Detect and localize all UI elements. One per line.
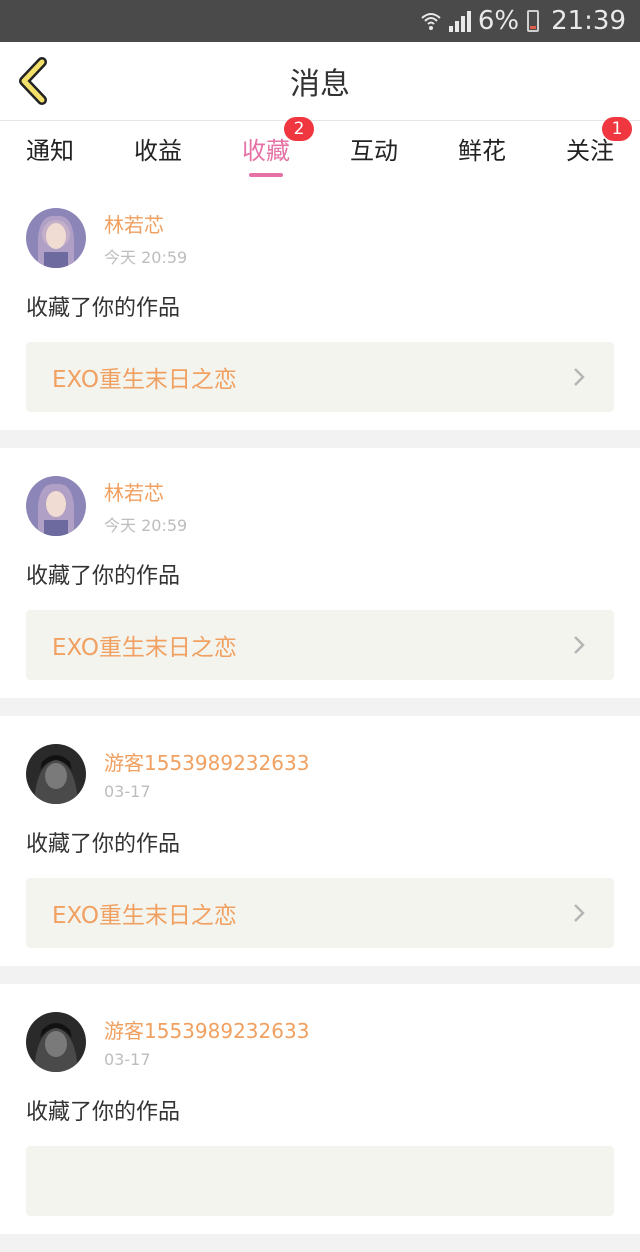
timestamp: 03-17 bbox=[104, 1050, 151, 1069]
avatar[interactable] bbox=[26, 476, 86, 536]
work-link[interactable]: EXO重生末日之恋 bbox=[26, 610, 614, 680]
work-link[interactable] bbox=[26, 1146, 614, 1216]
timestamp: 今天 20:59 bbox=[104, 515, 188, 535]
wifi-icon bbox=[421, 13, 441, 30]
tab-flowers[interactable]: 鲜花 bbox=[456, 131, 508, 181]
tab-interactions[interactable]: 互动 bbox=[348, 131, 400, 181]
work-title: EXO重生末日之恋 bbox=[52, 367, 237, 393]
chevron-right-icon bbox=[574, 904, 585, 922]
tab-earnings[interactable]: 收益 bbox=[132, 131, 184, 181]
timestamp: 03-17 bbox=[104, 782, 151, 801]
status-bar: 6% 21:39 bbox=[0, 0, 640, 42]
avatar[interactable] bbox=[26, 744, 86, 804]
message-card: 游客1553989232633 03-17 收藏了你的作品 bbox=[0, 984, 640, 1234]
action-text: 收藏了你的作品 bbox=[26, 832, 181, 857]
tab-label: 收藏 bbox=[242, 137, 290, 165]
unread-badge: 1 bbox=[602, 117, 632, 141]
tab-favorites[interactable]: 收藏 2 bbox=[240, 117, 314, 181]
username[interactable]: 林若芯 bbox=[104, 209, 187, 238]
chevron-right-icon bbox=[574, 368, 585, 386]
avatar[interactable] bbox=[26, 1012, 86, 1072]
message-list: 林若芯 今天 20:59 收藏了你的作品 EXO重生末日之恋 林若芯 今天 20… bbox=[0, 180, 640, 1252]
tab-notifications[interactable]: 通知 bbox=[24, 131, 76, 181]
username[interactable]: 游客1553989232633 bbox=[104, 1015, 309, 1044]
battery-percent: 6% bbox=[477, 6, 520, 36]
message-card: 林若芯 今天 20:59 收藏了你的作品 EXO重生末日之恋 bbox=[0, 448, 640, 698]
unread-badge: 2 bbox=[284, 117, 314, 141]
work-title: EXO重生末日之恋 bbox=[52, 635, 237, 661]
work-title: EXO重生末日之恋 bbox=[52, 903, 237, 929]
back-chevron-icon[interactable] bbox=[14, 56, 54, 106]
action-text: 收藏了你的作品 bbox=[26, 1100, 181, 1125]
active-tab-indicator bbox=[249, 173, 283, 177]
username[interactable]: 游客1553989232633 bbox=[104, 747, 309, 776]
battery-icon bbox=[527, 10, 540, 32]
tab-label: 收益 bbox=[134, 137, 182, 165]
message-card: 林若芯 今天 20:59 收藏了你的作品 EXO重生末日之恋 bbox=[0, 180, 640, 430]
tab-label: 互动 bbox=[350, 137, 398, 165]
work-link[interactable]: EXO重生末日之恋 bbox=[26, 878, 614, 948]
status-time: 21:39 bbox=[551, 6, 626, 36]
page-title: 消息 bbox=[290, 67, 350, 102]
avatar[interactable] bbox=[26, 208, 86, 268]
username[interactable]: 林若芯 bbox=[104, 477, 187, 506]
work-link[interactable]: EXO重生末日之恋 bbox=[26, 342, 614, 412]
chevron-right-icon bbox=[574, 636, 585, 654]
action-text: 收藏了你的作品 bbox=[26, 296, 181, 321]
signal-icon bbox=[448, 11, 471, 32]
message-card: 游客1553989232633 03-17 收藏了你的作品 EXO重生末日之恋 bbox=[0, 716, 640, 966]
timestamp: 今天 20:59 bbox=[104, 247, 188, 267]
tab-label: 鲜花 bbox=[458, 137, 506, 165]
tab-follows[interactable]: 关注 1 bbox=[564, 117, 632, 181]
tab-label: 通知 bbox=[26, 137, 74, 165]
header: 消息 bbox=[0, 42, 640, 120]
tab-label: 关注 bbox=[566, 137, 614, 165]
tab-bar: 通知 收益 收藏 2 互动 鲜花 关注 1 bbox=[0, 117, 640, 181]
action-text: 收藏了你的作品 bbox=[26, 564, 181, 589]
